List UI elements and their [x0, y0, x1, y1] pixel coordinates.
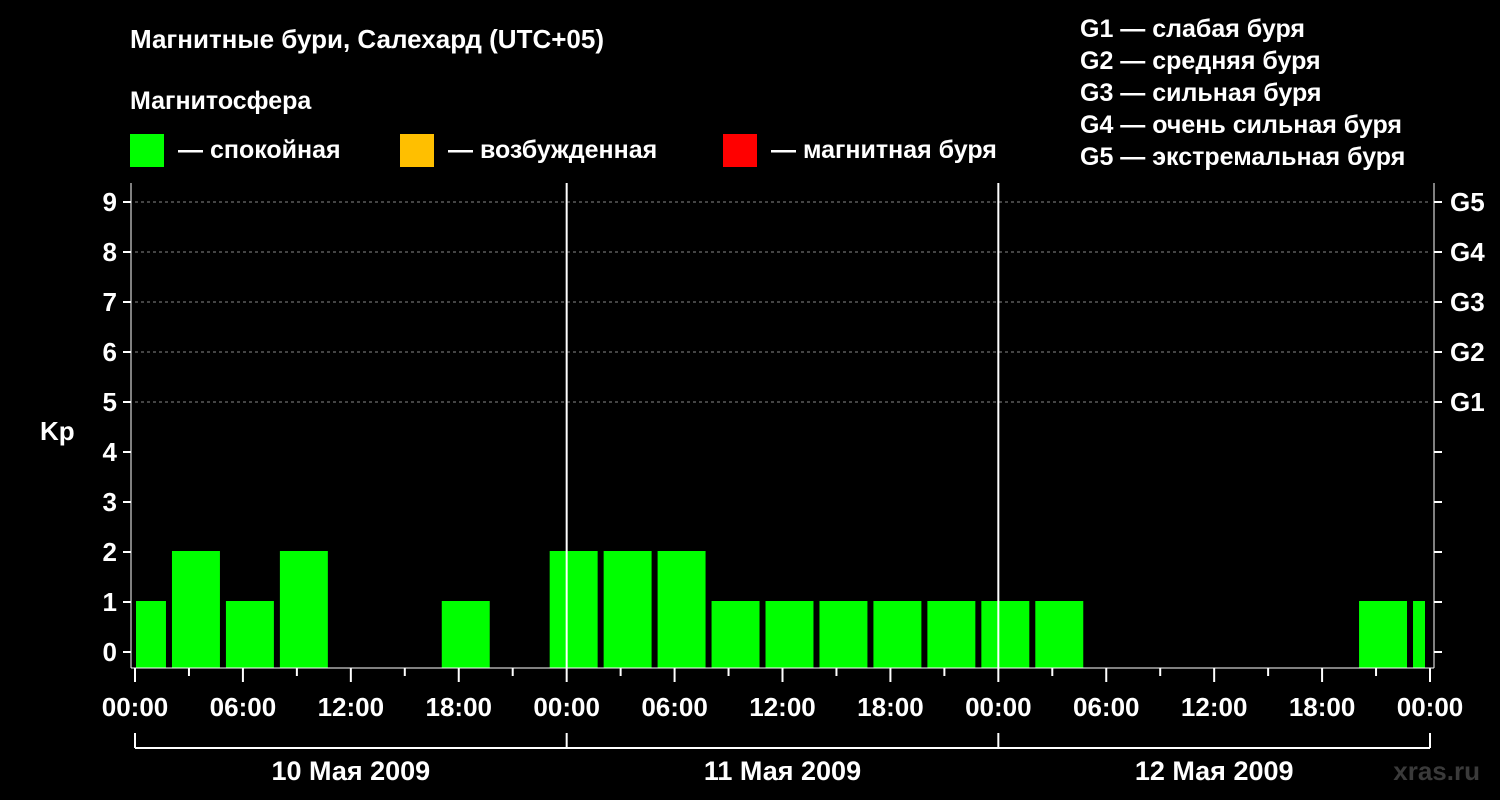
y-tick-label: 6 — [103, 337, 117, 367]
kp-bar — [657, 551, 706, 668]
kp-chart: Магнитные бури, Салехард (UTC+05) Магнит… — [40, 15, 1485, 786]
kp-bar — [981, 601, 1030, 668]
kp-bar — [136, 601, 166, 668]
x-tick-label: 12:00 — [318, 692, 385, 722]
legend-swatch — [130, 134, 164, 167]
x-tick-label: 00:00 — [1397, 692, 1464, 722]
g-scale-legend-item: G1 — слабая буря — [1080, 15, 1305, 43]
kp-bar — [711, 601, 760, 668]
x-tick-label: 00:00 — [102, 692, 169, 722]
x-tick-label: 12:00 — [749, 692, 816, 722]
kp-bar — [1035, 601, 1084, 668]
kp-bar — [1413, 601, 1425, 668]
x-tick-label: 18:00 — [426, 692, 493, 722]
legend-label: — магнитная буря — [771, 136, 997, 164]
y-tick-label: 0 — [103, 637, 117, 667]
y-tick-label: 1 — [103, 587, 117, 617]
y-tick-label: 5 — [103, 387, 117, 417]
x-tick-label: 00:00 — [533, 692, 600, 722]
right-axis-label: G2 — [1450, 337, 1485, 367]
kp-bar — [765, 601, 814, 668]
x-tick-label: 12:00 — [1181, 692, 1248, 722]
kp-bar — [441, 601, 490, 668]
kp-bar — [819, 601, 868, 668]
x-tick-label: 18:00 — [857, 692, 924, 722]
day-label: 12 Мая 2009 — [1135, 756, 1294, 786]
y-tick-label: 7 — [103, 287, 117, 317]
right-axis-label: G3 — [1450, 287, 1485, 317]
g-scale-legend-item: G2 — средняя буря — [1080, 47, 1321, 75]
x-tick-label: 06:00 — [641, 692, 708, 722]
x-tick-label: 06:00 — [210, 692, 277, 722]
g-scale-legend-item: G5 — экстремальная буря — [1080, 143, 1405, 171]
day-label: 11 Мая 2009 — [704, 756, 861, 786]
g-scale-legend-item: G4 — очень сильная буря — [1080, 111, 1402, 139]
y-tick-label: 2 — [103, 537, 117, 567]
watermark: xras.ru — [1393, 756, 1480, 786]
kp-bar — [171, 551, 220, 668]
x-tick-label: 18:00 — [1289, 692, 1356, 722]
right-axis-label: G4 — [1450, 237, 1485, 267]
legend: — спокойная — возбужденная — магнитная бур… — [130, 134, 997, 167]
kp-bar — [549, 551, 598, 668]
bars — [136, 551, 1425, 668]
right-axis-label: G5 — [1450, 187, 1485, 217]
y-tick-label: 4 — [103, 437, 118, 467]
y-tick-label: 3 — [103, 487, 117, 517]
x-tick-label: 06:00 — [1073, 692, 1140, 722]
grid — [135, 201, 1430, 403]
kp-bar — [1359, 601, 1408, 668]
day-label: 10 Мая 2009 — [271, 756, 430, 786]
kp-bar — [225, 601, 274, 668]
chart-title: Магнитные бури, Салехард (UTC+05) — [130, 24, 604, 54]
axes: 0 1 2 3 4 5 6 7 8 9 G1 G2 G3 G4 G5 00:00 06:00 12:00 18:00… — [102, 183, 1485, 786]
legend-label: — спокойная — [178, 136, 341, 164]
legend-swatch — [723, 134, 757, 167]
right-axis-label: G1 — [1450, 387, 1485, 417]
g-scale-legend-item: G3 — сильная буря — [1080, 79, 1322, 107]
x-tick-label: 00:00 — [965, 692, 1032, 722]
y-tick-label: 9 — [103, 187, 117, 217]
kp-bar — [873, 601, 922, 668]
legend-swatch — [400, 134, 434, 167]
legend-label: — возбужденная — [448, 136, 657, 164]
legend-title: Магнитосфера — [130, 87, 312, 115]
kp-bar — [927, 601, 976, 668]
y-tick-label: 8 — [103, 237, 117, 267]
g-scale-legend: G1 — слабая буря G2 — средняя буря G3 — си… — [1080, 15, 1405, 171]
kp-bar — [603, 551, 652, 668]
kp-bar — [279, 551, 328, 668]
y-axis-label: Kp — [40, 416, 75, 446]
